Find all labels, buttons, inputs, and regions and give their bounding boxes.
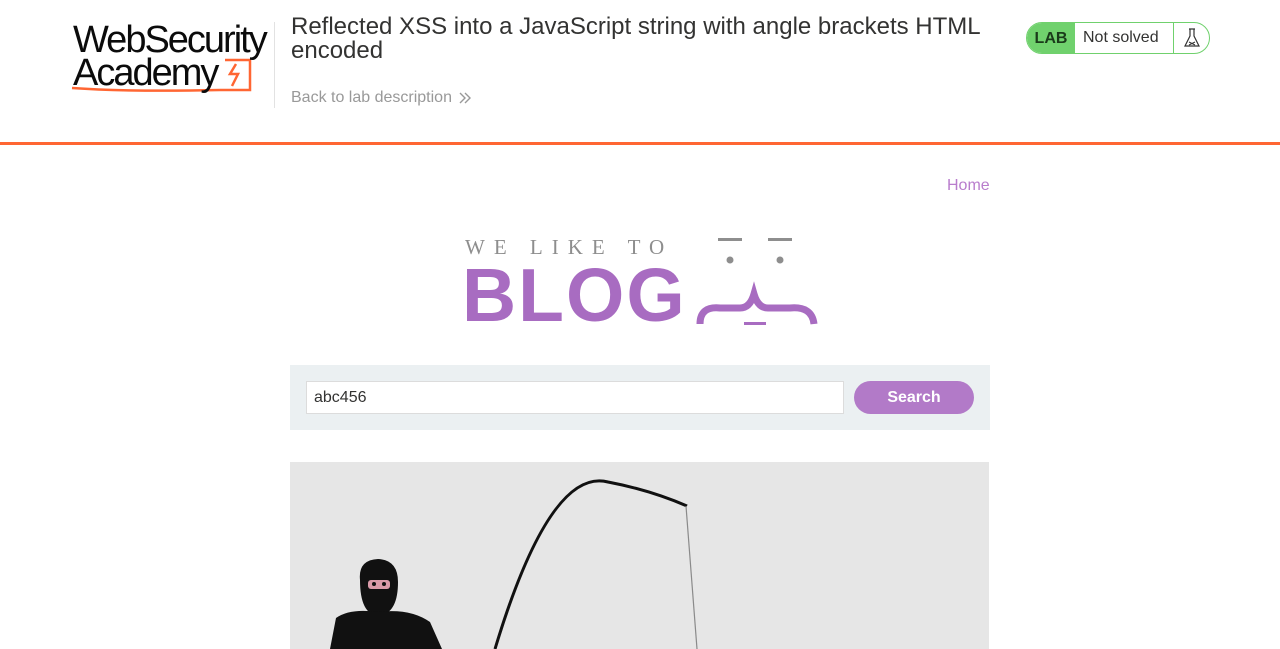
header-orange-rule	[0, 142, 1280, 145]
search-button[interactable]: Search	[854, 381, 974, 414]
logo-text-academy: Academy	[73, 52, 219, 94]
web-security-academy-logo[interactable]: WebSecurity Academy	[70, 20, 272, 94]
blog-banner: WE LIKE TO BLOG	[462, 234, 818, 337]
lab-badge: LAB	[1027, 23, 1075, 53]
flask-icon	[1183, 28, 1200, 47]
double-chevron-right-icon	[459, 92, 471, 104]
nav-home-link[interactable]: Home	[947, 177, 990, 195]
lab-status-text: Not solved	[1075, 23, 1174, 53]
banner-face-icon	[696, 238, 818, 325]
lab-title: Reflected XSS into a JavaScript string w…	[291, 13, 980, 64]
header-divider	[274, 22, 275, 108]
back-link-label: Back to lab description	[291, 89, 452, 106]
hacker-fishing-image	[290, 462, 989, 649]
academy-header: WebSecurity Academy Reflected XSS into a…	[0, 0, 1280, 142]
search-panel: Search	[290, 365, 990, 430]
lab-flask-button[interactable]	[1174, 23, 1209, 53]
banner-blog-text: BLOG	[462, 253, 687, 337]
lab-status-widget: LAB Not solved	[1026, 22, 1210, 54]
blog-post-image[interactable]	[290, 462, 989, 649]
back-to-lab-description-link[interactable]: Back to lab description	[291, 89, 472, 107]
search-input[interactable]	[306, 381, 844, 414]
